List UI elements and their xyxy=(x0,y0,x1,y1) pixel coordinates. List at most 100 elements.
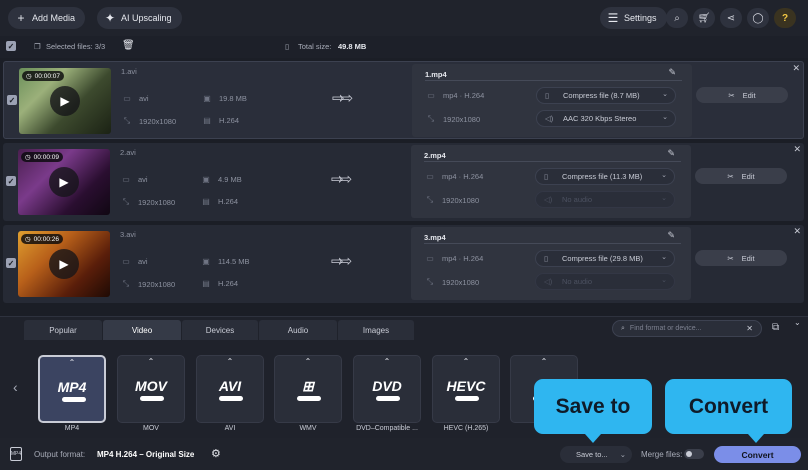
codec-icon: ▤ xyxy=(202,279,210,288)
resize-icon: ⤡ xyxy=(123,116,131,125)
source-container: ▭ avi xyxy=(120,257,147,266)
source-codec-text: H.264 xyxy=(218,197,239,206)
help-button[interactable]: ? xyxy=(774,8,796,28)
compress-text: Compress file (8.7 MB) xyxy=(563,91,640,100)
tab-images[interactable]: Images xyxy=(338,320,414,340)
rename-pencil-icon[interactable]: ✎ xyxy=(667,230,675,241)
merge-files-label: Merge files: xyxy=(641,450,683,459)
duration-badge: ◷ 00:00:26 xyxy=(21,234,63,244)
output-file-name[interactable]: 1.mp4 xyxy=(425,70,447,79)
convert-callout-tail xyxy=(748,434,764,443)
duration-text: 00:00:26 xyxy=(33,235,59,243)
edit-button[interactable]: ✂ Edit xyxy=(696,87,788,103)
edit-button[interactable]: ✂ Edit xyxy=(695,250,787,266)
remove-file-icon[interactable]: ✕ xyxy=(793,144,801,155)
add-media-button[interactable]: + Add Media xyxy=(8,7,86,29)
format-label: MP4 xyxy=(64,425,80,432)
search-icon: ⌕ xyxy=(621,324,625,332)
source-container-text: avi xyxy=(139,94,149,103)
format-card[interactable]: ⌃ MOV xyxy=(117,355,185,423)
merge-files-toggle[interactable] xyxy=(684,449,704,459)
compress-dropdown[interactable]: ▯ Compress file (29.8 MB) ⌄ xyxy=(535,250,675,267)
chevron-up-icon[interactable]: ⌃ xyxy=(197,357,263,366)
settings-label: Settings xyxy=(624,13,657,23)
chevron-up-icon[interactable]: ⌃ xyxy=(354,357,420,366)
files-icon: ❐ xyxy=(34,42,41,51)
tab-label: Images xyxy=(362,325,390,335)
rename-pencil-icon[interactable]: ✎ xyxy=(668,67,676,78)
share-button[interactable]: ⋖ xyxy=(720,8,742,28)
output-settings-gear-icon[interactable]: ⚙ xyxy=(211,447,221,460)
format-card[interactable]: ⌃ AVI xyxy=(196,355,264,423)
video-thumbnail[interactable]: ◷ 00:00:09 ▶ xyxy=(18,149,110,215)
file-row[interactable]: ✓ ◷ 00:00:09 ▶ 2.avi ▭ avi ▣ 4.9 MB ⤡ 1920x1… xyxy=(3,143,804,221)
edit-button[interactable]: ✂ Edit xyxy=(695,168,787,184)
video-thumbnail[interactable]: ◷ 00:00:26 ▶ xyxy=(18,231,110,297)
settings-button[interactable]: ☰ Settings xyxy=(600,7,667,29)
format-card[interactable]: ⌃ HEVC xyxy=(432,355,500,423)
compress-dropdown[interactable]: ▯ Compress file (8.7 MB) ⌄ xyxy=(536,87,676,104)
chevron-up-icon[interactable]: ⌃ xyxy=(433,357,499,366)
output-settings-box: 3.mp4 ✎ ▭ mp4 · H.264 ⤡ 1920x1080 ▯ Compres… xyxy=(411,227,691,300)
output-format-text: mp4 · H.264 xyxy=(442,172,484,181)
file-row[interactable]: ✓ ◷ 00:00:07 ▶ 1.avi ▭ avi ▣ 19.8 MB ⤡ 1920x… xyxy=(3,61,804,139)
format-logo: MP4 xyxy=(57,379,87,395)
trash-icon[interactable]: 🗑︎ xyxy=(122,40,135,51)
clear-search-icon[interactable]: ✕ xyxy=(746,324,753,333)
play-button[interactable]: ▶ xyxy=(50,86,80,116)
file-checkbox[interactable]: ✓ xyxy=(6,258,16,268)
output-file-name[interactable]: 2.mp4 xyxy=(424,151,446,160)
remove-file-icon[interactable]: ✕ xyxy=(793,226,801,237)
format-search-input[interactable]: ⌕ Find format or device... ✕ xyxy=(612,320,762,337)
collapse-panel-icon[interactable]: ⌄ xyxy=(794,318,801,327)
play-button[interactable]: ▶ xyxy=(49,249,79,279)
share-icon: ⋖ xyxy=(726,12,736,24)
play-button[interactable]: ▶ xyxy=(49,167,79,197)
rename-pencil-icon[interactable]: ✎ xyxy=(667,148,675,159)
audio-dropdown[interactable]: ◁) No audio ⌄ xyxy=(535,191,675,208)
compress-dropdown[interactable]: ▯ Compress file (11.3 MB) ⌄ xyxy=(535,168,675,185)
source-codec: ▤ H.264 xyxy=(201,116,239,125)
audio-dropdown[interactable]: ◁) AAC 320 Kbps Stereo ⌄ xyxy=(536,110,676,127)
ai-upscaling-button[interactable]: ✦ AI Upscaling xyxy=(97,7,182,29)
convert-button[interactable]: Convert xyxy=(714,446,801,463)
source-resolution-text: 1920x1080 xyxy=(138,197,176,207)
compress-icon: ▯ xyxy=(544,172,549,181)
tab-label: Devices xyxy=(205,325,235,335)
select-all-checkbox[interactable]: ✓ xyxy=(6,41,16,51)
chevron-up-icon[interactable]: ⌃ xyxy=(511,357,577,366)
tab-popular[interactable]: Popular xyxy=(24,320,102,340)
file-row[interactable]: ✓ ◷ 00:00:26 ▶ 3.avi ▭ avi ▣ 114.5 MB ⤡ 1920… xyxy=(3,225,804,303)
file-checkbox[interactable]: ✓ xyxy=(7,95,17,105)
chevron-up-icon[interactable]: ⌃ xyxy=(40,358,104,367)
cart-button[interactable]: 🛒︎ xyxy=(693,8,715,28)
format-card[interactable]: ⌃ MP4 xyxy=(38,355,106,423)
file-checkbox[interactable]: ✓ xyxy=(6,176,16,186)
format-settings-icon[interactable]: ⧉ xyxy=(772,322,779,333)
tab-devices[interactable]: Devices xyxy=(182,320,258,340)
audio-dropdown[interactable]: ◁) No audio ⌄ xyxy=(535,273,675,290)
chevron-up-icon[interactable]: ⌃ xyxy=(275,357,341,366)
tab-audio[interactable]: Audio xyxy=(259,320,337,340)
resize-icon: ⤡ xyxy=(122,197,130,206)
top-toolbar: + Add Media ✦ AI Upscaling ☰ Settings ⌕ … xyxy=(0,0,808,36)
document-icon: ▯ xyxy=(285,42,290,51)
output-file-name[interactable]: 3.mp4 xyxy=(424,233,446,242)
output-format-text: mp4 · H.264 xyxy=(442,254,484,263)
format-label: MOV xyxy=(143,425,159,432)
scroll-left-icon[interactable]: ‹ xyxy=(13,379,18,395)
account-button[interactable]: ◯ xyxy=(747,8,769,28)
save-to-button[interactable]: Save to... ⌄ xyxy=(560,446,632,463)
video-thumbnail[interactable]: ◷ 00:00:07 ▶ xyxy=(19,68,111,134)
search-button[interactable]: ⌕ xyxy=(666,8,688,28)
output-file-icon: MP4 xyxy=(10,447,22,461)
remove-file-icon[interactable]: ✕ xyxy=(792,63,800,74)
save-to-callout-text: Save to xyxy=(555,394,631,418)
format-card[interactable]: ⌃ ⊞ xyxy=(274,355,342,423)
format-card[interactable]: ⌃ DVD xyxy=(353,355,421,423)
tab-video[interactable]: Video xyxy=(103,320,181,340)
chevron-up-icon[interactable]: ⌃ xyxy=(118,357,184,366)
search-icon: ⌕ xyxy=(674,12,680,24)
format-label: AVI xyxy=(224,425,236,432)
format-search-placeholder: Find format or device... xyxy=(629,325,702,332)
